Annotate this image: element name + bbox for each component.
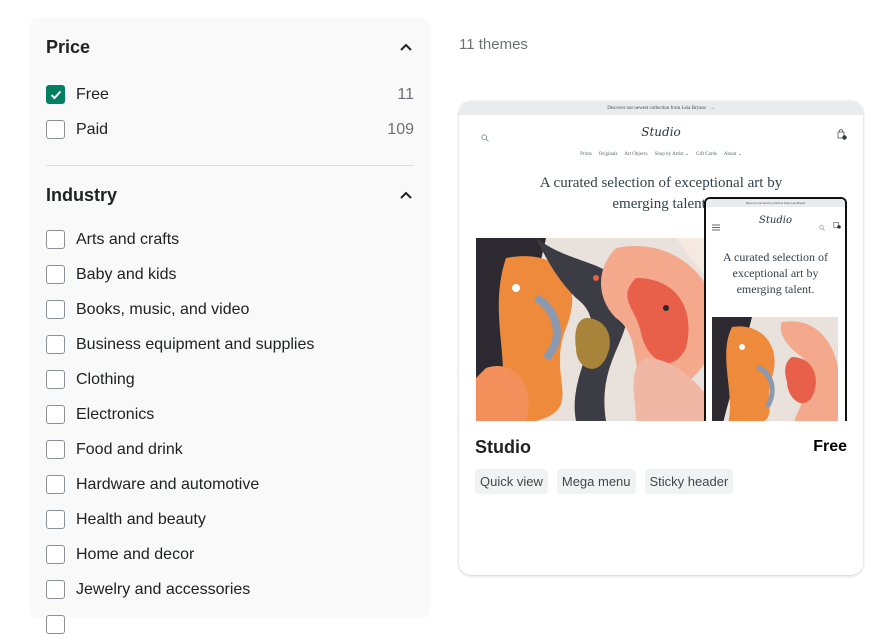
preview-nav-item: Originals [598,151,618,157]
filter-count: 11 [397,85,414,103]
theme-card-body: Studio Free Quick view Mega menu Sticky … [459,421,863,494]
industry-option[interactable]: Electronics [46,397,414,432]
filter-label: Jewelry and accessories [76,580,251,598]
hero-line: A curated selection of exceptional art b… [539,175,783,191]
industry-option[interactable]: Baby and kids [46,257,414,292]
preview-store-header: Studio [459,115,863,147]
checkbox[interactable] [46,265,65,284]
mobile-announcement-text: Discover our newest collection from Leia… [745,201,806,205]
checkbox[interactable] [46,440,65,459]
checkbox-paid[interactable] [46,120,65,139]
filter-label: Arts and crafts [76,230,180,248]
industry-option[interactable]: Home and decor [46,537,414,572]
chevron-up-icon[interactable] [398,187,414,203]
filter-label: Paid [76,120,109,138]
checkbox[interactable] [46,370,65,389]
industry-option[interactable]: Jewelry and accessories [46,572,414,607]
announcement-text: Discover our newest collection from Leia… [607,105,706,111]
preview-nav-item: Gift Cards [695,151,717,157]
filter-label: Baby and kids [76,265,177,283]
preview-nav-item: Art Objects [624,151,648,157]
checkbox[interactable] [46,510,65,529]
checkbox[interactable] [46,580,65,599]
arrow-right-icon: → [709,105,715,111]
preview-announcement-bar: Discover our newest collection from Leia… [459,101,863,115]
industry-option[interactable]: Hardware and automotive [46,467,414,502]
preview-nav: Prints Originals Art Objects Shop by Art… [459,147,863,161]
checkmark-icon [50,90,61,99]
industry-option[interactable]: Food and drink [46,432,414,467]
checkbox[interactable] [46,335,65,354]
filter-label: Hardware and automotive [76,475,260,493]
chevron-up-icon[interactable] [398,39,414,55]
preview-nav-item: About ⌄ [723,152,742,157]
theme-preview[interactable]: Discover our newest collection from Leia… [459,101,863,421]
checkbox[interactable] [46,545,65,564]
cart-icon [833,216,841,234]
preview-artwork [476,238,724,421]
filter-label: Health and beauty [76,510,206,528]
filter-label: Business equipment and supplies [76,335,315,353]
filter-label: Clothing [76,370,135,388]
mobile-artwork [712,317,838,421]
checkbox[interactable] [46,405,65,424]
price-section-title: Price [46,36,91,57]
results-count: 11 themes [459,36,528,53]
filter-count: 109 [387,120,414,138]
industry-section-header[interactable]: Industry [46,183,414,207]
industry-section-title: Industry [46,184,118,205]
feature-tag: Quick view [475,469,548,494]
theme-title-row: Studio Free [475,435,847,459]
industry-option[interactable]: Arts and crafts [46,222,414,257]
preview-logo: Studio [641,125,681,139]
filter-label: Home and decor [76,545,195,563]
cart-icon [837,127,847,145]
filter-label: Food and drink [76,440,183,458]
theme-name[interactable]: Studio [475,437,531,458]
checkbox[interactable] [46,475,65,494]
industry-option[interactable]: Books, music, and video [46,292,414,327]
theme-tags: Quick view Mega menu Sticky header [475,469,847,494]
theme-price: Free [813,438,847,455]
feature-tag: Sticky header [644,469,734,494]
checkbox[interactable] [46,615,65,634]
industry-option-partial[interactable] [46,607,414,642]
filter-label: Electronics [76,405,155,423]
price-section-header[interactable]: Price [46,35,414,59]
checkbox[interactable] [46,300,65,319]
filter-label: Free [76,85,109,103]
preview-mobile-frame: Discover our newest collection from Leia… [704,197,847,421]
price-option-paid[interactable]: Paid 109 [46,112,414,147]
industry-option[interactable]: Health and beauty [46,502,414,537]
mobile-announcement-bar: Discover our newest collection from Leia… [706,199,845,207]
filter-label: Books, music, and video [76,300,250,318]
industry-option[interactable]: Clothing [46,362,414,397]
mobile-header: Studio [706,207,845,235]
theme-card[interactable]: Discover our newest collection from Leia… [459,101,863,575]
filter-sidebar: Price Free 11 Paid 109 Industry Arts and… [30,18,430,634]
preview-nav-item: Shop by Artist ⌄ [654,152,689,157]
mobile-hero-text: A curated selection of exceptional art b… [723,250,828,296]
search-icon [819,218,825,236]
feature-tag: Mega menu [556,469,636,494]
checkbox-free[interactable] [46,85,65,104]
price-option-free[interactable]: Free 11 [46,77,414,112]
preview-nav-item: Prints [580,151,592,157]
industry-option[interactable]: Business equipment and supplies [46,327,414,362]
checkbox[interactable] [46,230,65,249]
